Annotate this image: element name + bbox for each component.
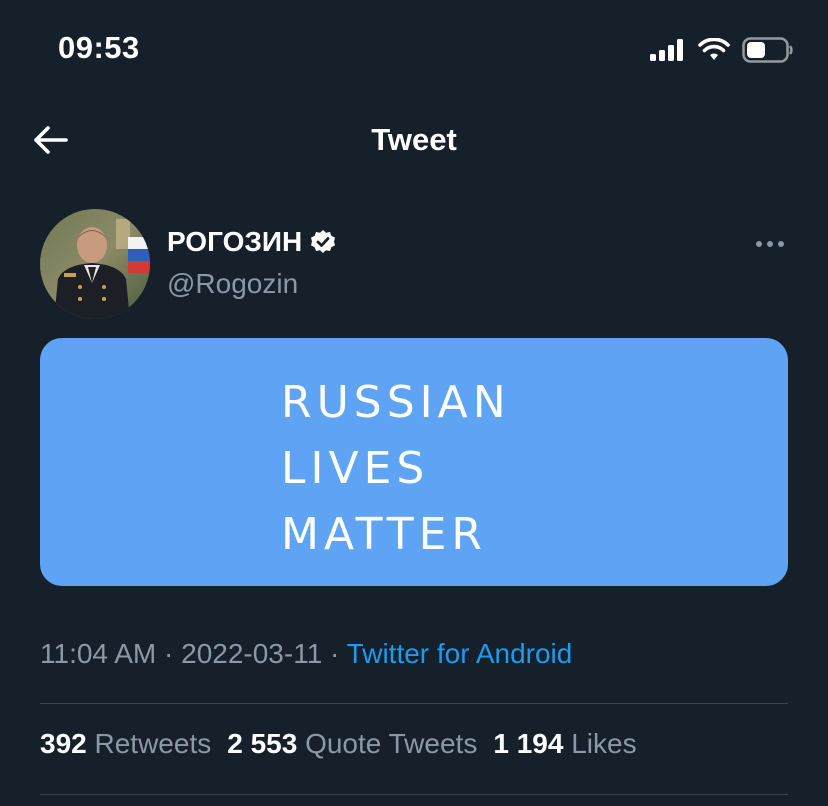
media-line: MATTER xyxy=(281,509,487,560)
tweet-source-link[interactable]: Twitter for Android xyxy=(347,638,573,669)
media-line: RUSSIAN xyxy=(281,377,511,428)
avatar-image xyxy=(40,209,150,319)
media-line: LIVES xyxy=(281,443,430,494)
meta-separator: · xyxy=(156,638,182,669)
tweet-meta: 11:04 AM · 2022-03-11 · Twitter for Andr… xyxy=(40,638,572,670)
media-text: RUSSIAN LIVES MATTER xyxy=(281,370,511,568)
likes-stat[interactable]: 1 194 Likes xyxy=(493,728,636,760)
signal-icon xyxy=(650,39,683,61)
author-handle[interactable]: @Rogozin xyxy=(167,268,298,300)
quote-tweets-label: Quote Tweets xyxy=(305,728,478,759)
verified-badge-icon xyxy=(311,230,336,253)
quote-tweets-stat[interactable]: 2 553 Quote Tweets xyxy=(227,728,477,760)
wifi-icon xyxy=(698,38,730,60)
status-icons xyxy=(650,36,794,64)
meta-separator: · xyxy=(322,638,347,669)
author-name: РОГОЗИН xyxy=(167,226,303,257)
tweet-screen: 09:53 Tweet РОГОЗИН @Rogozin RUSSIAN LIV… xyxy=(0,0,828,806)
avatar[interactable] xyxy=(40,209,150,319)
battery-icon xyxy=(742,37,793,63)
retweets-count: 392 xyxy=(40,728,87,759)
retweets-label: Retweets xyxy=(94,728,212,759)
tweet-date: 2022-03-11 xyxy=(181,638,323,669)
more-options-icon[interactable] xyxy=(750,234,790,254)
tweet-time: 11:04 AM xyxy=(40,638,157,669)
tweet-stats: 392 Retweets 2 553 Quote Tweets 1 194 Li… xyxy=(40,728,637,760)
retweets-stat[interactable]: 392 Retweets xyxy=(40,728,211,760)
divider xyxy=(40,703,788,704)
page-title: Tweet xyxy=(371,122,457,157)
tweet-media[interactable]: RUSSIAN LIVES MATTER xyxy=(40,338,788,586)
status-time: 09:53 xyxy=(58,30,140,65)
quote-tweets-count: 2 553 xyxy=(227,728,298,759)
likes-label: Likes xyxy=(571,728,637,759)
divider xyxy=(40,794,788,795)
author-name-row[interactable]: РОГОЗИН xyxy=(167,226,336,258)
likes-count: 1 194 xyxy=(493,728,564,759)
